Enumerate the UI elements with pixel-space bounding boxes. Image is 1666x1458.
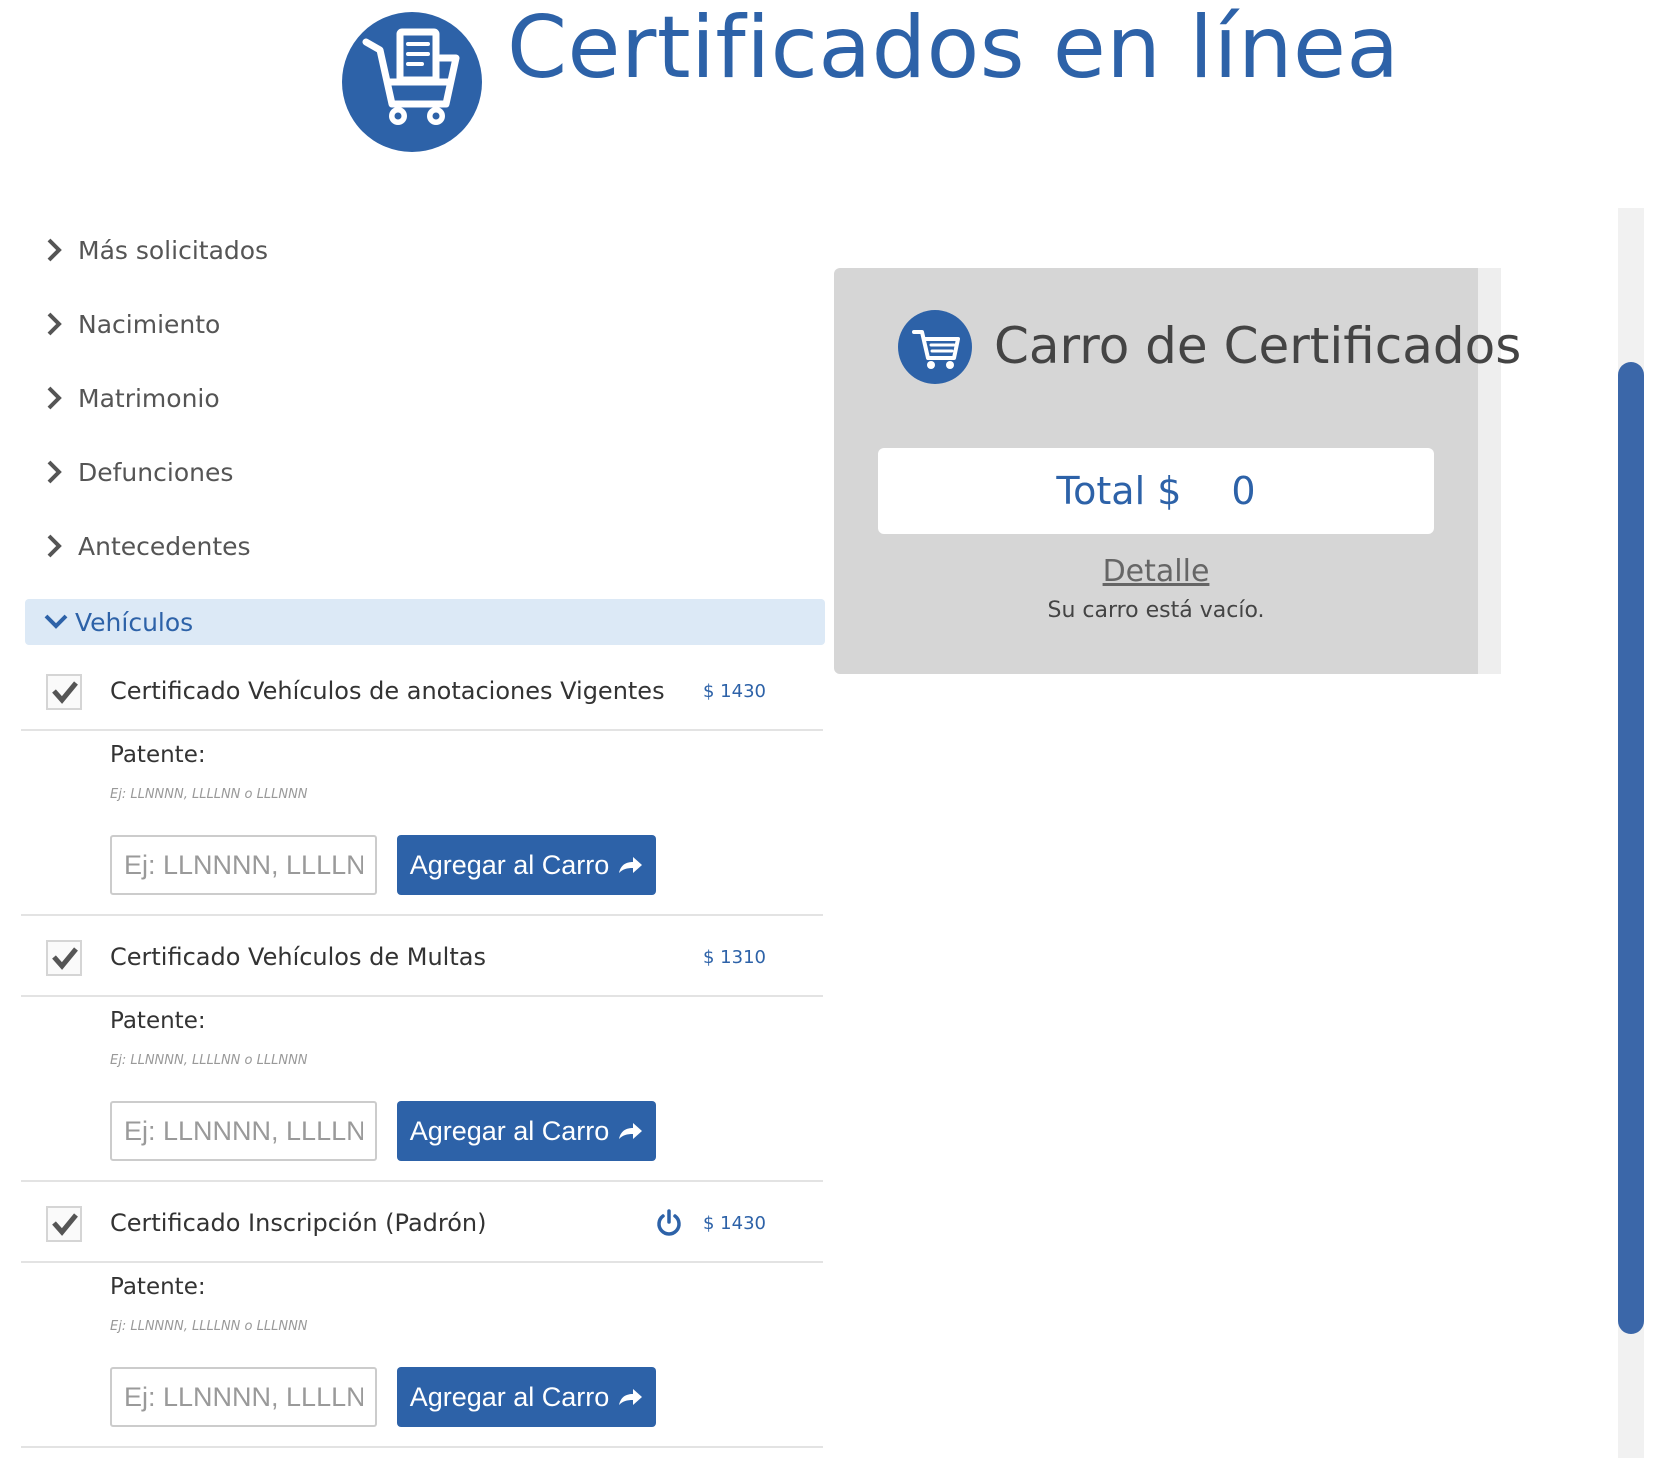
category-label: Nacimiento [78, 309, 221, 339]
patente-input[interactable] [110, 1367, 377, 1427]
patente-label: Patente: [110, 1008, 206, 1034]
chevron-down-icon [44, 614, 68, 629]
add-to-cart-button[interactable]: Agregar al Carro [397, 835, 656, 895]
certificate-row: Certificado Vehículos de Multas $ 1310 [21, 916, 823, 997]
category-label: Antecedentes [78, 531, 251, 561]
certificate-item: Certificado Vehículos de Multas $ 1310 P… [21, 916, 823, 1182]
patente-input[interactable] [110, 1101, 377, 1161]
certificate-name: Certificado Vehículos de Multas [110, 943, 486, 971]
chevron-right-icon [47, 238, 62, 262]
cart-empty-message: Su carro está vacío. [1047, 598, 1265, 623]
patente-input[interactable] [110, 835, 377, 895]
category-label: Más solicitados [78, 235, 269, 265]
page-title: Certificados en línea [507, 0, 1400, 98]
certificate-item: Certificado Inscripción (Padrón) $ 1430 … [21, 1182, 823, 1448]
certificate-row: Certificado Vehículos de anotaciones Vig… [21, 650, 823, 731]
add-to-cart-label: Agregar al Carro [409, 1381, 610, 1412]
category-antecedentes[interactable]: Antecedentes [44, 524, 251, 568]
certificate-checkbox[interactable] [46, 1206, 82, 1242]
power-icon[interactable] [655, 1209, 683, 1237]
total-label: Total $ [1056, 469, 1182, 513]
certificate-item: Certificado Vehículos de anotaciones Vig… [21, 650, 823, 916]
certificate-cart-logo-icon [342, 12, 482, 152]
add-to-cart-button[interactable]: Agregar al Carro [397, 1367, 656, 1427]
cart-panel: Carro de Certificados Total $ 0 Detalle … [834, 268, 1521, 674]
patente-hint: Ej: LLNNNN, LLLLNN o LLLNNN [110, 787, 308, 802]
certificate-name: Certificado Inscripción (Padrón) [110, 1209, 487, 1237]
category-defunciones[interactable]: Defunciones [44, 450, 233, 494]
share-arrow-icon [619, 1389, 643, 1405]
add-to-cart-label: Agregar al Carro [409, 1115, 610, 1146]
cart-title: Carro de Certificados [994, 317, 1522, 375]
category-matrimonio[interactable]: Matrimonio [44, 376, 220, 420]
certificate-row: Certificado Inscripción (Padrón) $ 1430 [21, 1182, 823, 1263]
certificate-checkbox[interactable] [46, 674, 82, 710]
category-mas-solicitados[interactable]: Más solicitados [44, 228, 268, 272]
chevron-right-icon [47, 312, 62, 336]
divider [21, 1446, 823, 1448]
checkmark-icon [52, 681, 78, 704]
category-nacimiento[interactable]: Nacimiento [44, 302, 220, 346]
page: Certificados en línea Más solicitados Na… [0, 0, 1666, 1458]
certificate-price: $ 1430 [703, 681, 766, 702]
category-label: Matrimonio [78, 383, 220, 413]
certificate-checkbox[interactable] [46, 940, 82, 976]
cart-detail-link[interactable]: Detalle [834, 552, 1478, 592]
share-arrow-icon [619, 857, 643, 873]
patente-label: Patente: [110, 1274, 206, 1300]
add-to-cart-label: Agregar al Carro [409, 849, 610, 880]
checkmark-icon [52, 947, 78, 970]
category-label: Defunciones [78, 457, 234, 487]
total-value: 0 [1231, 469, 1256, 513]
category-vehiculos[interactable]: Vehículos [25, 599, 825, 645]
chevron-right-icon [47, 534, 62, 558]
certificate-price: $ 1310 [703, 947, 766, 968]
chevron-right-icon [47, 460, 62, 484]
patente-hint: Ej: LLNNNN, LLLLNN o LLLNNN [110, 1053, 308, 1068]
add-to-cart-button[interactable]: Agregar al Carro [397, 1101, 656, 1161]
shopping-cart-icon [898, 310, 972, 384]
patente-label: Patente: [110, 742, 206, 768]
certificate-price: $ 1430 [703, 1213, 766, 1234]
checkmark-icon [52, 1213, 78, 1236]
chevron-right-icon [47, 386, 62, 410]
share-arrow-icon [619, 1123, 643, 1139]
certificate-name: Certificado Vehículos de anotaciones Vig… [110, 677, 665, 705]
category-label: Vehículos [75, 607, 194, 637]
scrollbar-thumb[interactable] [1618, 362, 1644, 1334]
patente-hint: Ej: LLNNNN, LLLLNN o LLLNNN [110, 1319, 308, 1334]
cart-total-box: Total $ 0 [878, 448, 1434, 534]
